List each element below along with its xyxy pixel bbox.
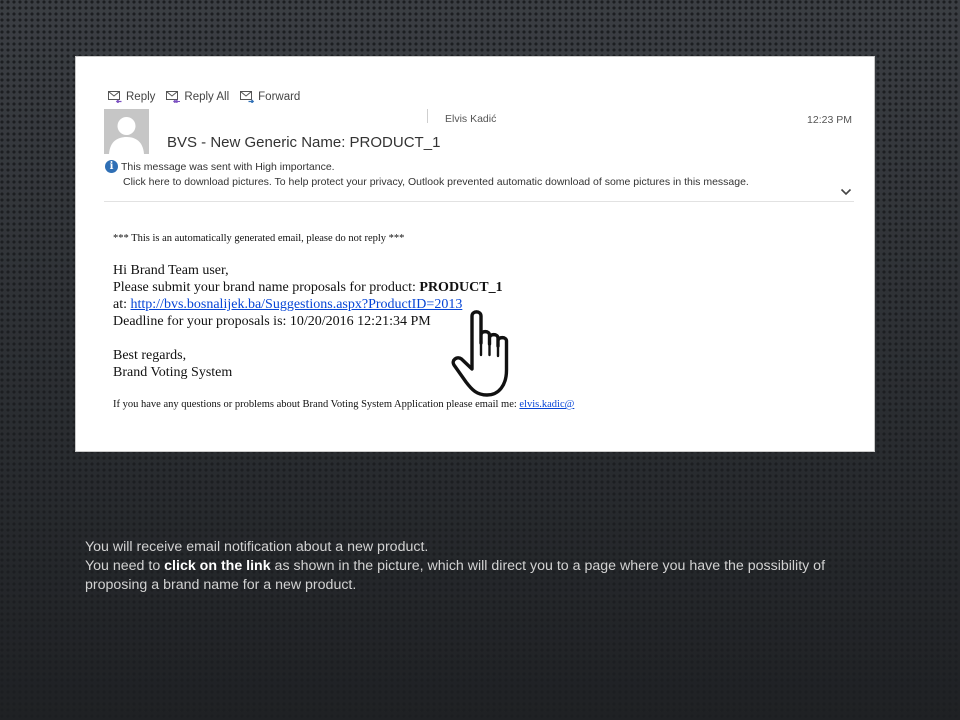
hand-pointer-icon xyxy=(451,310,509,397)
submit-line: Please submit your brand name proposals … xyxy=(113,279,574,296)
caption-emphasis: click on the link xyxy=(164,558,271,574)
suggestions-link[interactable]: http://bvs.bosnalijek.ba/Suggestions.asp… xyxy=(131,297,463,312)
sender-name[interactable]: Elvis Kadić xyxy=(445,113,496,125)
forward-label: Forward xyxy=(258,90,301,103)
at-label: at: xyxy=(113,297,131,312)
forward-button[interactable]: Forward xyxy=(239,90,300,103)
header-separator xyxy=(427,109,428,123)
contact-email-link[interactable]: elvis.kadic@ xyxy=(519,399,574,410)
reply-all-button[interactable]: Reply All xyxy=(165,90,229,103)
caption-line-2: You need to click on the link as shown i… xyxy=(85,557,865,595)
caption-line-1: You will receive email notification abou… xyxy=(85,539,429,555)
user-silhouette-icon xyxy=(109,117,144,154)
reply-all-icon xyxy=(166,91,181,103)
info-icon: i xyxy=(105,160,118,173)
caption-line-2-start: You need to xyxy=(85,558,165,574)
reply-icon xyxy=(108,91,122,103)
product-name: PRODUCT_1 xyxy=(419,280,503,295)
received-time: 12:23 PM xyxy=(807,114,852,126)
reply-button[interactable]: Reply xyxy=(107,90,155,103)
email-subject: BVS - New Generic Name: PRODUCT_1 xyxy=(167,134,441,151)
instruction-caption: You will receive email notification abou… xyxy=(85,538,865,595)
forward-icon xyxy=(240,91,255,103)
download-pictures-notice[interactable]: Click here to download pictures. To help… xyxy=(123,176,749,188)
reply-all-label: Reply All xyxy=(184,90,230,103)
expand-header-button[interactable] xyxy=(840,183,852,201)
submit-text: Please submit your brand name proposals … xyxy=(113,280,420,295)
contact-line: If you have any questions or problems ab… xyxy=(113,399,574,410)
message-toolbar: Reply Reply All Forward xyxy=(107,90,300,103)
reply-label: Reply xyxy=(126,90,156,103)
contact-text: If you have any questions or problems ab… xyxy=(113,399,520,410)
chevron-down-icon xyxy=(840,188,852,196)
sender-avatar xyxy=(104,109,149,154)
greeting-line: Hi Brand Team user, xyxy=(113,263,229,278)
auto-generated-note: *** This is an automatically generated e… xyxy=(113,233,405,244)
header-divider xyxy=(104,201,854,202)
importance-notice: i This message was sent with High import… xyxy=(105,160,335,173)
importance-text: This message was sent with High importan… xyxy=(121,160,335,173)
